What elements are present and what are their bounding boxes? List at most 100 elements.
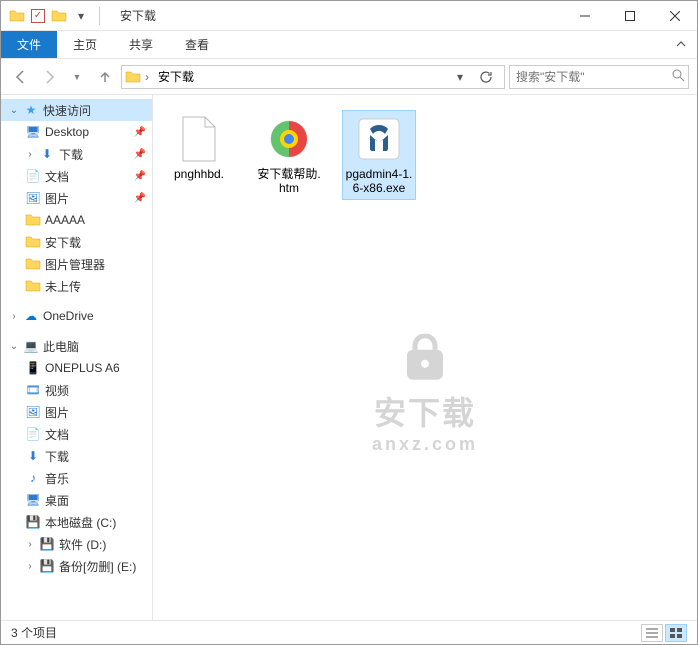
sidebar-item-label: 快速访问 [43,102,91,119]
sidebar-item-drive-d[interactable]: ›💾软件 (D:) [1,533,152,555]
expand-icon[interactable]: › [25,561,35,572]
sidebar-item-label: 图片管理器 [45,256,105,273]
pc-icon: 💻 [23,338,39,354]
sidebar-item-label: 图片 [45,190,69,207]
expand-icon[interactable]: › [25,539,35,550]
sidebar-item-folder[interactable]: 安下载 [1,231,152,253]
folder-icon [9,8,25,24]
sidebar-item-drive-e[interactable]: › 💾备份[勿删] (E:) [1,555,152,577]
sidebar-item-downloads[interactable]: ⬇下载 [1,445,152,467]
sidebar-item-label: 软件 (D:) [59,536,106,553]
download-icon: ⬇ [39,146,55,162]
download-icon: ⬇ [25,448,41,464]
sidebar-item-documents[interactable]: 📄文档 [1,423,152,445]
title-bar: ✓ ▾ 安下载 [1,1,697,31]
desktop-icon: 🖥 [25,124,41,140]
folder-icon [25,212,41,228]
sidebar-item-label: 视频 [45,382,69,399]
qat-properties-icon[interactable]: ✓ [31,9,45,23]
minimize-button[interactable] [562,1,607,30]
expand-icon[interactable]: › [25,149,35,160]
chevron-right-icon[interactable]: › [142,70,152,84]
pin-icon: 📌 [134,149,146,160]
sidebar-item-folder[interactable]: 未上传 [1,275,152,297]
sidebar-item-music[interactable]: ♪音乐 [1,467,152,489]
sidebar-item-downloads[interactable]: › ⬇下载 📌 [1,143,152,165]
tab-file[interactable]: 文件 [1,31,57,58]
watermark-text: 安下载 [372,387,478,433]
onedrive-icon: ☁ [23,308,39,324]
sidebar-this-pc[interactable]: ⌄ 💻此电脑 [1,335,152,357]
sidebar-item-pictures[interactable]: 🖼图片 📌 [1,187,152,209]
forward-button[interactable] [37,65,61,89]
sidebar-item-device[interactable]: 📱ONEPLUS A6 [1,357,152,379]
sidebar-item-documents[interactable]: 📄文档📌 [1,165,152,187]
close-button[interactable] [652,1,697,30]
sidebar-item-label: 下载 [59,146,83,163]
sidebar-item-folder[interactable]: AAAAA [1,209,152,231]
sidebar-item-pictures[interactable]: 🖼图片 [1,401,152,423]
tab-share[interactable]: 共享 [113,31,169,58]
qat-folder-icon[interactable] [51,8,67,24]
sidebar-item-drive-c[interactable]: 💾本地磁盘 (C:) [1,511,152,533]
file-item[interactable]: pnghhbd. [163,111,235,185]
drive-icon: 💾 [39,558,55,574]
recent-dropdown-icon[interactable]: ▼ [65,65,89,89]
file-name-label: pnghhbd. [174,167,224,181]
sidebar-onedrive[interactable]: ›☁OneDrive [1,305,152,327]
sidebar-item-label: 音乐 [45,470,69,487]
sidebar-item-label: 本地磁盘 (C:) [45,514,116,531]
tab-home[interactable]: 主页 [57,31,113,58]
sidebar-item-desktop[interactable]: 🖥桌面 [1,489,152,511]
address-dropdown-icon[interactable]: ▾ [448,65,472,89]
music-icon: ♪ [25,470,41,486]
desktop-icon: 🖥 [25,492,41,508]
back-button[interactable] [9,65,33,89]
details-view-button[interactable] [641,624,663,642]
navigation-bar: ▼ › 安下载 ▾ [1,59,697,95]
sidebar-item-folder[interactable]: 图片管理器 [1,253,152,275]
pin-icon: 📌 [134,193,146,204]
ribbon-collapse-button[interactable] [665,31,697,58]
maximize-button[interactable] [607,1,652,30]
address-bar[interactable]: › 安下载 ▾ [121,65,505,89]
file-list[interactable]: pnghhbd. 安下载帮助.htm pgadmin4-1.6-x86.exe … [153,95,697,620]
exe-icon [355,115,403,163]
sidebar-item-label: 安下载 [45,234,81,251]
search-input[interactable] [516,70,671,84]
tab-view[interactable]: 查看 [169,31,225,58]
sidebar-item-label: 桌面 [45,492,69,509]
up-button[interactable] [93,65,117,89]
sidebar-quick-access[interactable]: ⌄ ★ 快速访问 [1,99,152,121]
search-box[interactable] [509,65,689,89]
ribbon-tabs: 文件 主页 共享 查看 [1,31,697,59]
pictures-icon: 🖼 [25,190,41,206]
folder-icon [124,69,142,85]
status-bar: 3 个项目 [1,620,697,644]
file-name-label: pgadmin4-1.6-x86.exe [345,167,413,195]
collapse-icon[interactable]: ⌄ [9,105,19,116]
sidebar-item-label: 备份[勿删] (E:) [59,558,136,575]
folder-icon [25,278,41,294]
sidebar-item-label: AAAAA [45,213,85,227]
sidebar-item-desktop[interactable]: 🖥Desktop📌 [1,121,152,143]
watermark: 安下载 anxz.com [372,333,478,454]
folder-icon [25,256,41,272]
expand-icon[interactable]: › [9,311,19,322]
sidebar-item-videos[interactable]: 🎞视频 [1,379,152,401]
sidebar-item-label: 此电脑 [43,338,79,355]
file-item[interactable]: 安下载帮助.htm [253,111,325,199]
file-item[interactable]: pgadmin4-1.6-x86.exe [343,111,415,199]
navigation-pane[interactable]: ⌄ ★ 快速访问 🖥Desktop📌 ›⬇下载📌 📄文档📌 🖼图片📌 AAAAA… [1,95,153,620]
star-icon: ★ [23,102,39,118]
pin-icon: 📌 [134,127,146,138]
icons-view-button[interactable] [665,624,687,642]
qat-dropdown-icon[interactable]: ▾ [73,8,89,24]
htm-icon [265,115,313,163]
pin-icon: 📌 [134,171,146,182]
search-icon[interactable] [671,68,685,85]
collapse-icon[interactable]: ⌄ [9,341,19,352]
refresh-button[interactable] [474,65,498,89]
breadcrumb-segment[interactable]: 安下载 [152,66,200,88]
window-title: 安下载 [120,7,156,24]
